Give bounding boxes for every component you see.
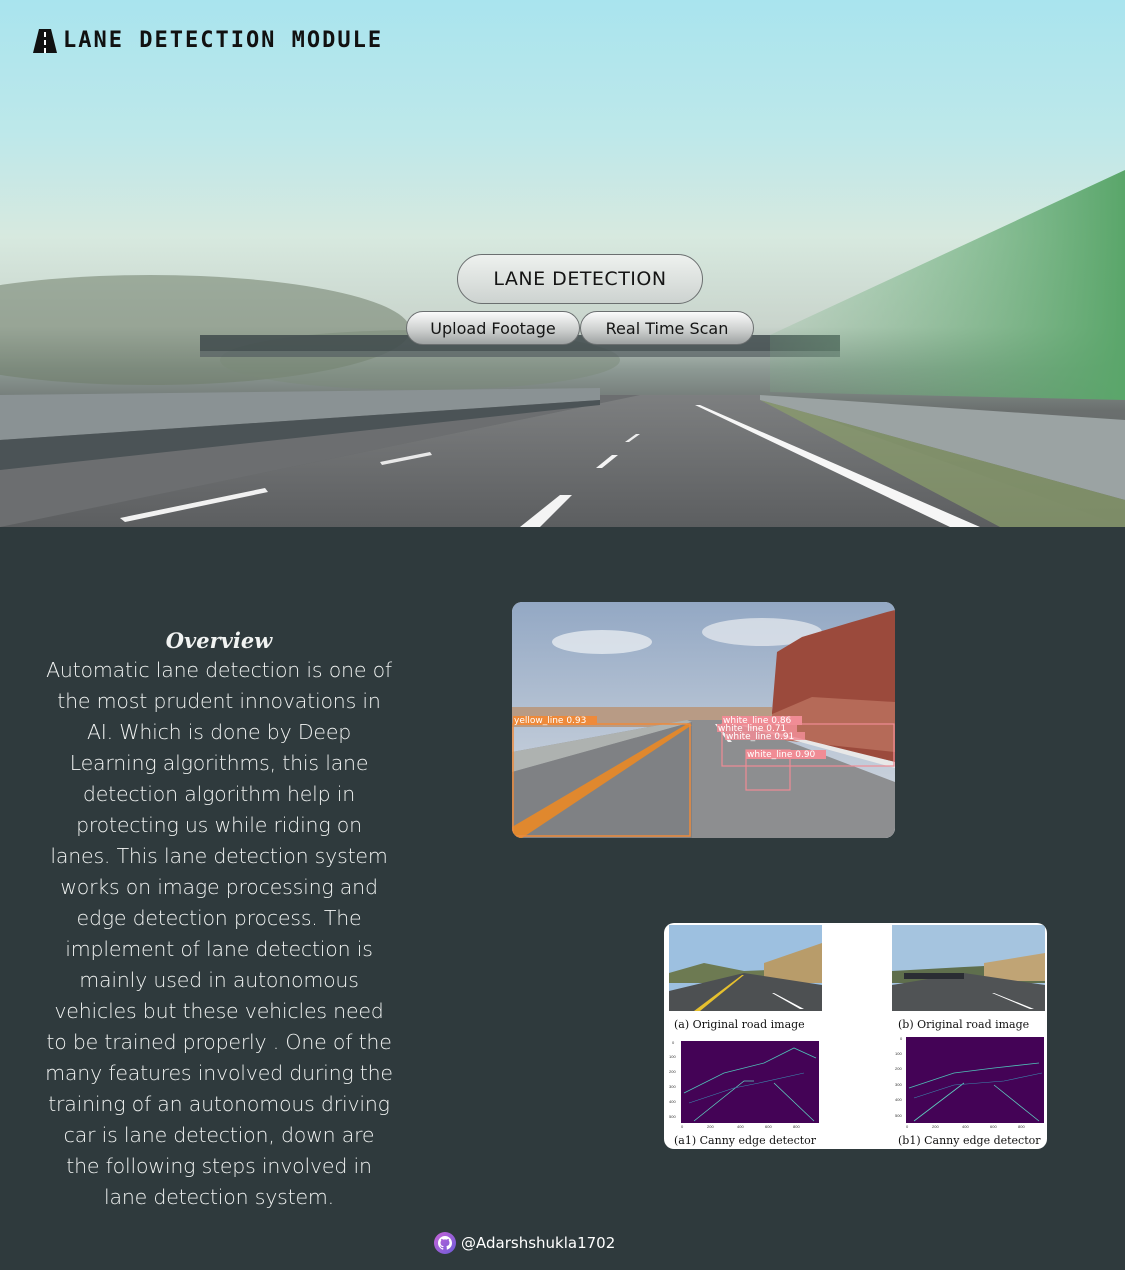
svg-text:400: 400 — [669, 1099, 676, 1104]
svg-text:200: 200 — [932, 1124, 939, 1129]
svg-text:(a1) Canny edge detector: (a1) Canny edge detector — [674, 1134, 817, 1147]
svg-text:200: 200 — [669, 1069, 676, 1074]
canny-edge-figure: (a) Original road image (b) Original roa… — [664, 923, 1047, 1149]
svg-text:500: 500 — [895, 1113, 902, 1118]
app-brand: Lane Detection Module — [33, 28, 383, 53]
svg-text:100: 100 — [669, 1054, 676, 1059]
svg-text:0: 0 — [906, 1124, 909, 1129]
canny-plot-a: 0 100 200 300 400 500 0 200 400 600 800 — [669, 1040, 819, 1129]
svg-text:600: 600 — [990, 1124, 997, 1129]
svg-text:300: 300 — [895, 1082, 902, 1087]
svg-text:0: 0 — [681, 1124, 684, 1129]
upload-footage-button[interactable]: Upload Footage — [406, 311, 580, 345]
road-icon — [33, 28, 57, 53]
svg-text:white_line 0.91: white_line 0.91 — [726, 732, 794, 742]
svg-text:400: 400 — [895, 1097, 902, 1102]
github-icon — [434, 1232, 456, 1254]
overview-section: Overview Automatic lane detection is one… — [45, 628, 393, 1213]
github-handle[interactable]: @Adarshshukla1702 — [461, 1234, 615, 1252]
svg-text:(b) Original road image: (b) Original road image — [898, 1018, 1029, 1031]
app-title: Lane Detection Module — [63, 28, 384, 53]
original-road-image-b — [892, 925, 1045, 1011]
svg-text:800: 800 — [793, 1124, 800, 1129]
real-time-scan-button[interactable]: Real Time Scan — [580, 311, 754, 345]
lane-detection-example-image: yellow_line 0.93 white_line 0.86 white_l… — [512, 602, 895, 838]
svg-text:800: 800 — [1018, 1124, 1025, 1129]
svg-text:400: 400 — [737, 1124, 744, 1129]
svg-text:yellow_line 0.93: yellow_line 0.93 — [514, 716, 586, 726]
footer-github-link[interactable]: @Adarshshukla1702 — [434, 1232, 615, 1254]
svg-text:100: 100 — [895, 1051, 902, 1056]
svg-text:500: 500 — [669, 1114, 676, 1119]
original-road-image-a — [669, 925, 822, 1011]
svg-text:(b1) Canny edge detector: (b1) Canny edge detector — [898, 1134, 1041, 1147]
svg-text:300: 300 — [669, 1084, 676, 1089]
overview-heading: Overview — [165, 628, 273, 653]
canny-plot-b: 0 100 200 300 400 500 0 200 400 600 800 — [895, 1036, 1044, 1129]
svg-text:(a) Original road image: (a) Original road image — [674, 1018, 805, 1031]
svg-text:200: 200 — [707, 1124, 714, 1129]
svg-text:200: 200 — [895, 1066, 902, 1071]
svg-text:white_line 0.90: white_line 0.90 — [747, 750, 816, 760]
overview-text: Automatic lane detection is one of the m… — [45, 658, 393, 1209]
svg-text:0: 0 — [672, 1040, 675, 1045]
svg-text:0: 0 — [900, 1036, 903, 1041]
svg-text:400: 400 — [962, 1124, 969, 1129]
svg-text:600: 600 — [765, 1124, 772, 1129]
lane-detection-button[interactable]: LANE DETECTION — [457, 254, 703, 304]
